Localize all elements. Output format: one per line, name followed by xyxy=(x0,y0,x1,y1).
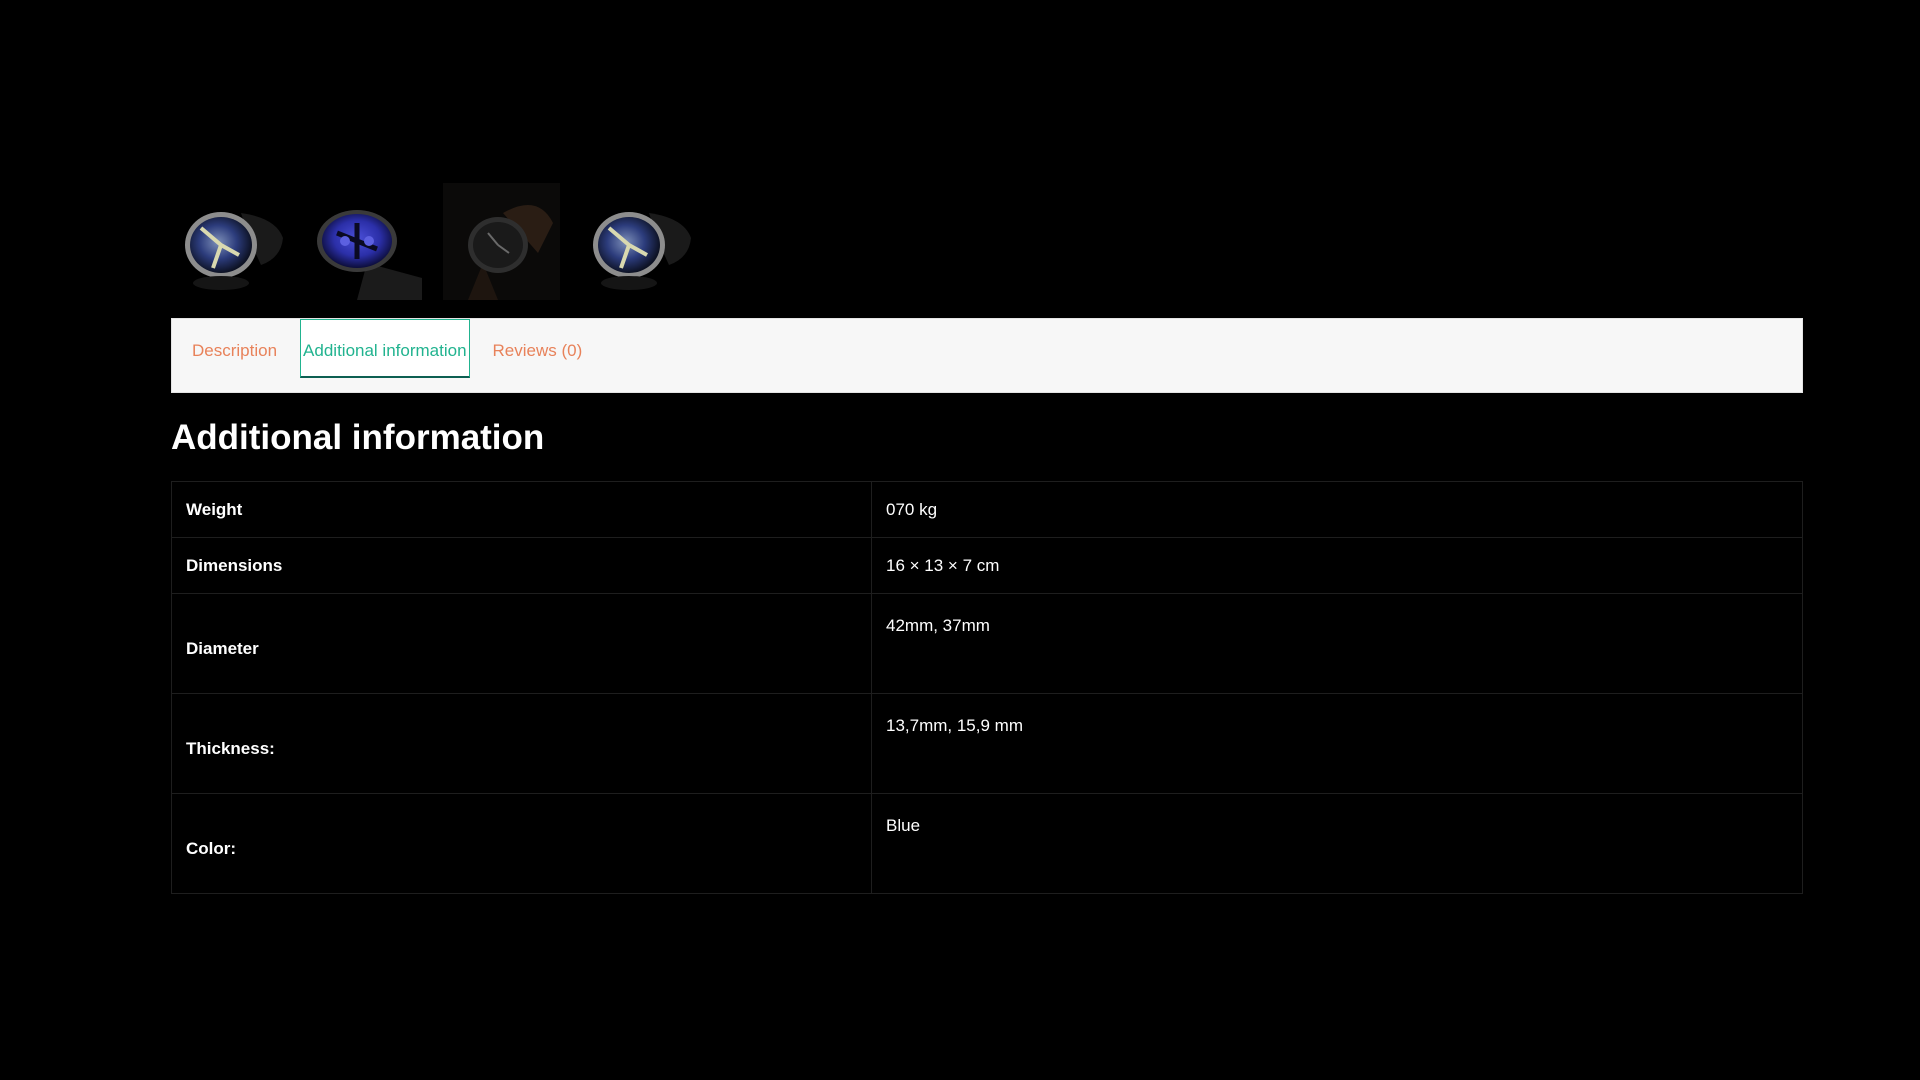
gallery-thumbnail-2[interactable] xyxy=(307,183,424,300)
product-tabs: Description Additional information Revie… xyxy=(171,318,1803,393)
attribute-label: Weight xyxy=(171,481,872,538)
attribute-label: Thickness: xyxy=(171,693,872,794)
attribute-value: 13,7mm, 15,9 mm xyxy=(871,693,1803,794)
attribute-value: 42mm, 37mm xyxy=(871,593,1803,694)
gallery-thumbnail-1[interactable] xyxy=(171,183,288,300)
gallery-thumbnail-4[interactable] xyxy=(579,183,696,300)
section-title: Additional information xyxy=(171,418,545,457)
attribute-value: 070 kg xyxy=(871,481,1803,538)
watch-image xyxy=(317,210,422,300)
attribute-label: Dimensions xyxy=(171,537,872,594)
table-row: Weight 070 kg xyxy=(171,481,1803,538)
table-row: Diameter 42mm, 37mm xyxy=(171,593,1803,694)
watch-image xyxy=(185,212,283,290)
product-attributes-table: Weight 070 kg Dimensions 16 × 13 × 7 cm … xyxy=(171,481,1803,894)
tab-description[interactable]: Description xyxy=(189,319,280,378)
attribute-label: Color: xyxy=(171,793,872,894)
attribute-label: Diameter xyxy=(171,593,872,694)
attribute-value: 16 × 13 × 7 cm xyxy=(871,537,1803,594)
gallery-thumbnail-3[interactable] xyxy=(443,183,560,300)
product-page: Description Additional information Revie… xyxy=(0,0,1920,1080)
attribute-value: Blue xyxy=(871,793,1803,894)
product-gallery-thumbnails xyxy=(171,183,696,300)
table-row: Color: Blue xyxy=(171,793,1803,894)
tab-reviews[interactable]: Reviews (0) xyxy=(490,319,586,378)
table-row: Dimensions 16 × 13 × 7 cm xyxy=(171,537,1803,594)
tab-additional-information[interactable]: Additional information xyxy=(300,319,470,378)
table-row: Thickness: 13,7mm, 15,9 mm xyxy=(171,693,1803,794)
watch-image xyxy=(468,205,553,300)
watch-image xyxy=(593,212,691,290)
